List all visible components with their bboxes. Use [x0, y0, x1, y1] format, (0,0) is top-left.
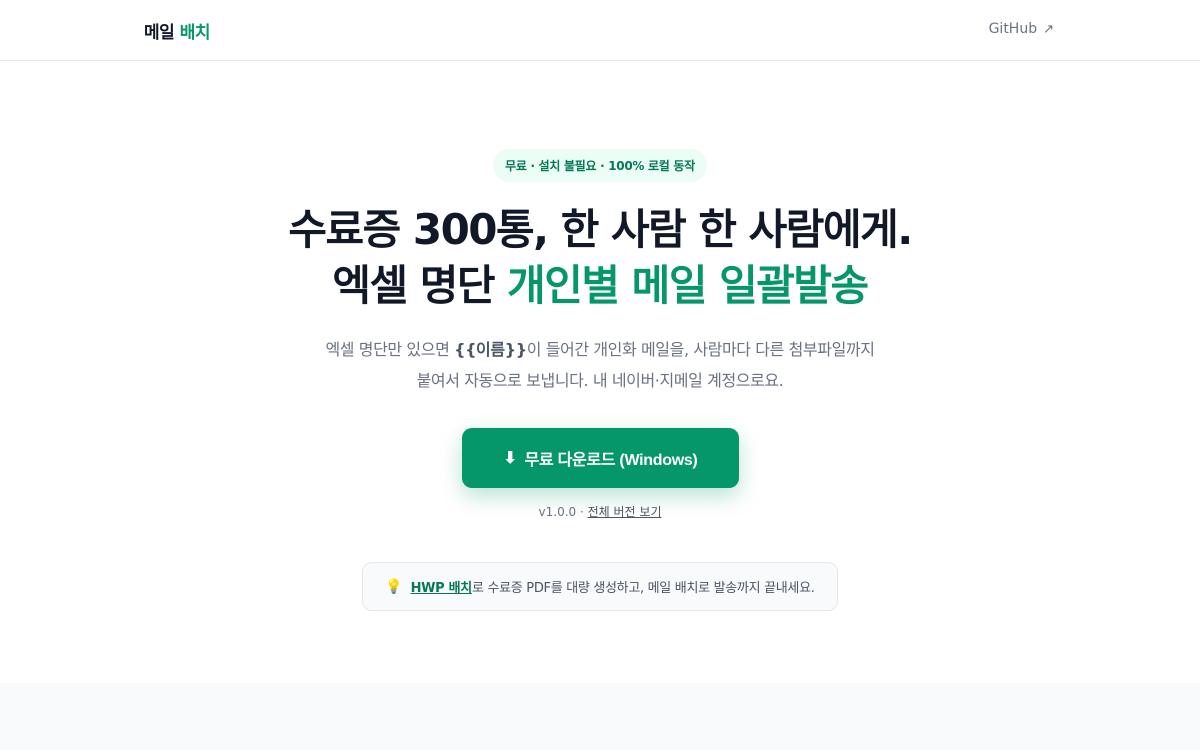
headline-line2-accent: 개인별 메일 일괄발송	[507, 261, 869, 310]
github-label: GitHub	[988, 21, 1038, 37]
brand-logo[interactable]: 메일 배치	[144, 18, 210, 43]
desc-line2: 붙여서 자동으로 보냅니다. 내 네이버·지메일 계정으로요.	[416, 371, 784, 390]
version-text: v1.0.0 ·	[538, 505, 584, 519]
all-versions-link[interactable]: 전체 버전 보기	[588, 505, 662, 519]
headline-line2-plain: 엑셀 명단	[332, 261, 495, 310]
desc-part2: 이 들어간 개인화 메일을, 사람마다 다른 첨부파일까지	[526, 340, 875, 359]
top-navbar: 메일 배치 GitHub ↗	[0, 0, 1200, 61]
tip-text: 로 수료증 PDF를 대량 생성하고, 메일 배치로 발송까지 끝내세요.	[471, 581, 815, 596]
hwp-batch-link[interactable]: HWP 배치	[411, 577, 473, 596]
hwp-batch-tip: 💡 HWP 배치 로 수료증 PDF를 대량 생성하고, 메일 배치로 발송까지 …	[362, 562, 838, 611]
brand-prefix: 메일	[144, 23, 175, 43]
next-section-band	[0, 683, 1200, 750]
name-placeholder-tag: {{이름}}	[454, 340, 527, 359]
headline-line1: 수료증 300통, 한 사람 한 사람에게.	[288, 205, 913, 254]
external-link-icon: ↗	[1043, 21, 1054, 37]
desc-part1: 엑셀 명단만 있으면	[325, 340, 450, 359]
feature-badge: 무료 · 설치 불필요 · 100% 로컬 동작	[493, 149, 707, 182]
hero-headline: 수료증 300통, 한 사람 한 사람에게. 엑셀 명단 개인별 메일 일괄발송	[0, 202, 1200, 314]
version-info: v1.0.0 · 전체 버전 보기	[0, 503, 1200, 520]
download-button[interactable]: ⬇ 무료 다운로드 (Windows)	[462, 428, 739, 488]
download-label: 무료 다운로드 (Windows)	[524, 452, 698, 469]
brand-accent: 배치	[179, 23, 211, 43]
github-link[interactable]: GitHub ↗	[989, 21, 1054, 37]
lightbulb-icon: 💡	[385, 578, 403, 595]
hero-description: 엑셀 명단만 있으면 {{이름}}이 들어간 개인화 메일을, 사람마다 다른 …	[0, 334, 1200, 396]
download-icon: ⬇	[503, 450, 517, 467]
